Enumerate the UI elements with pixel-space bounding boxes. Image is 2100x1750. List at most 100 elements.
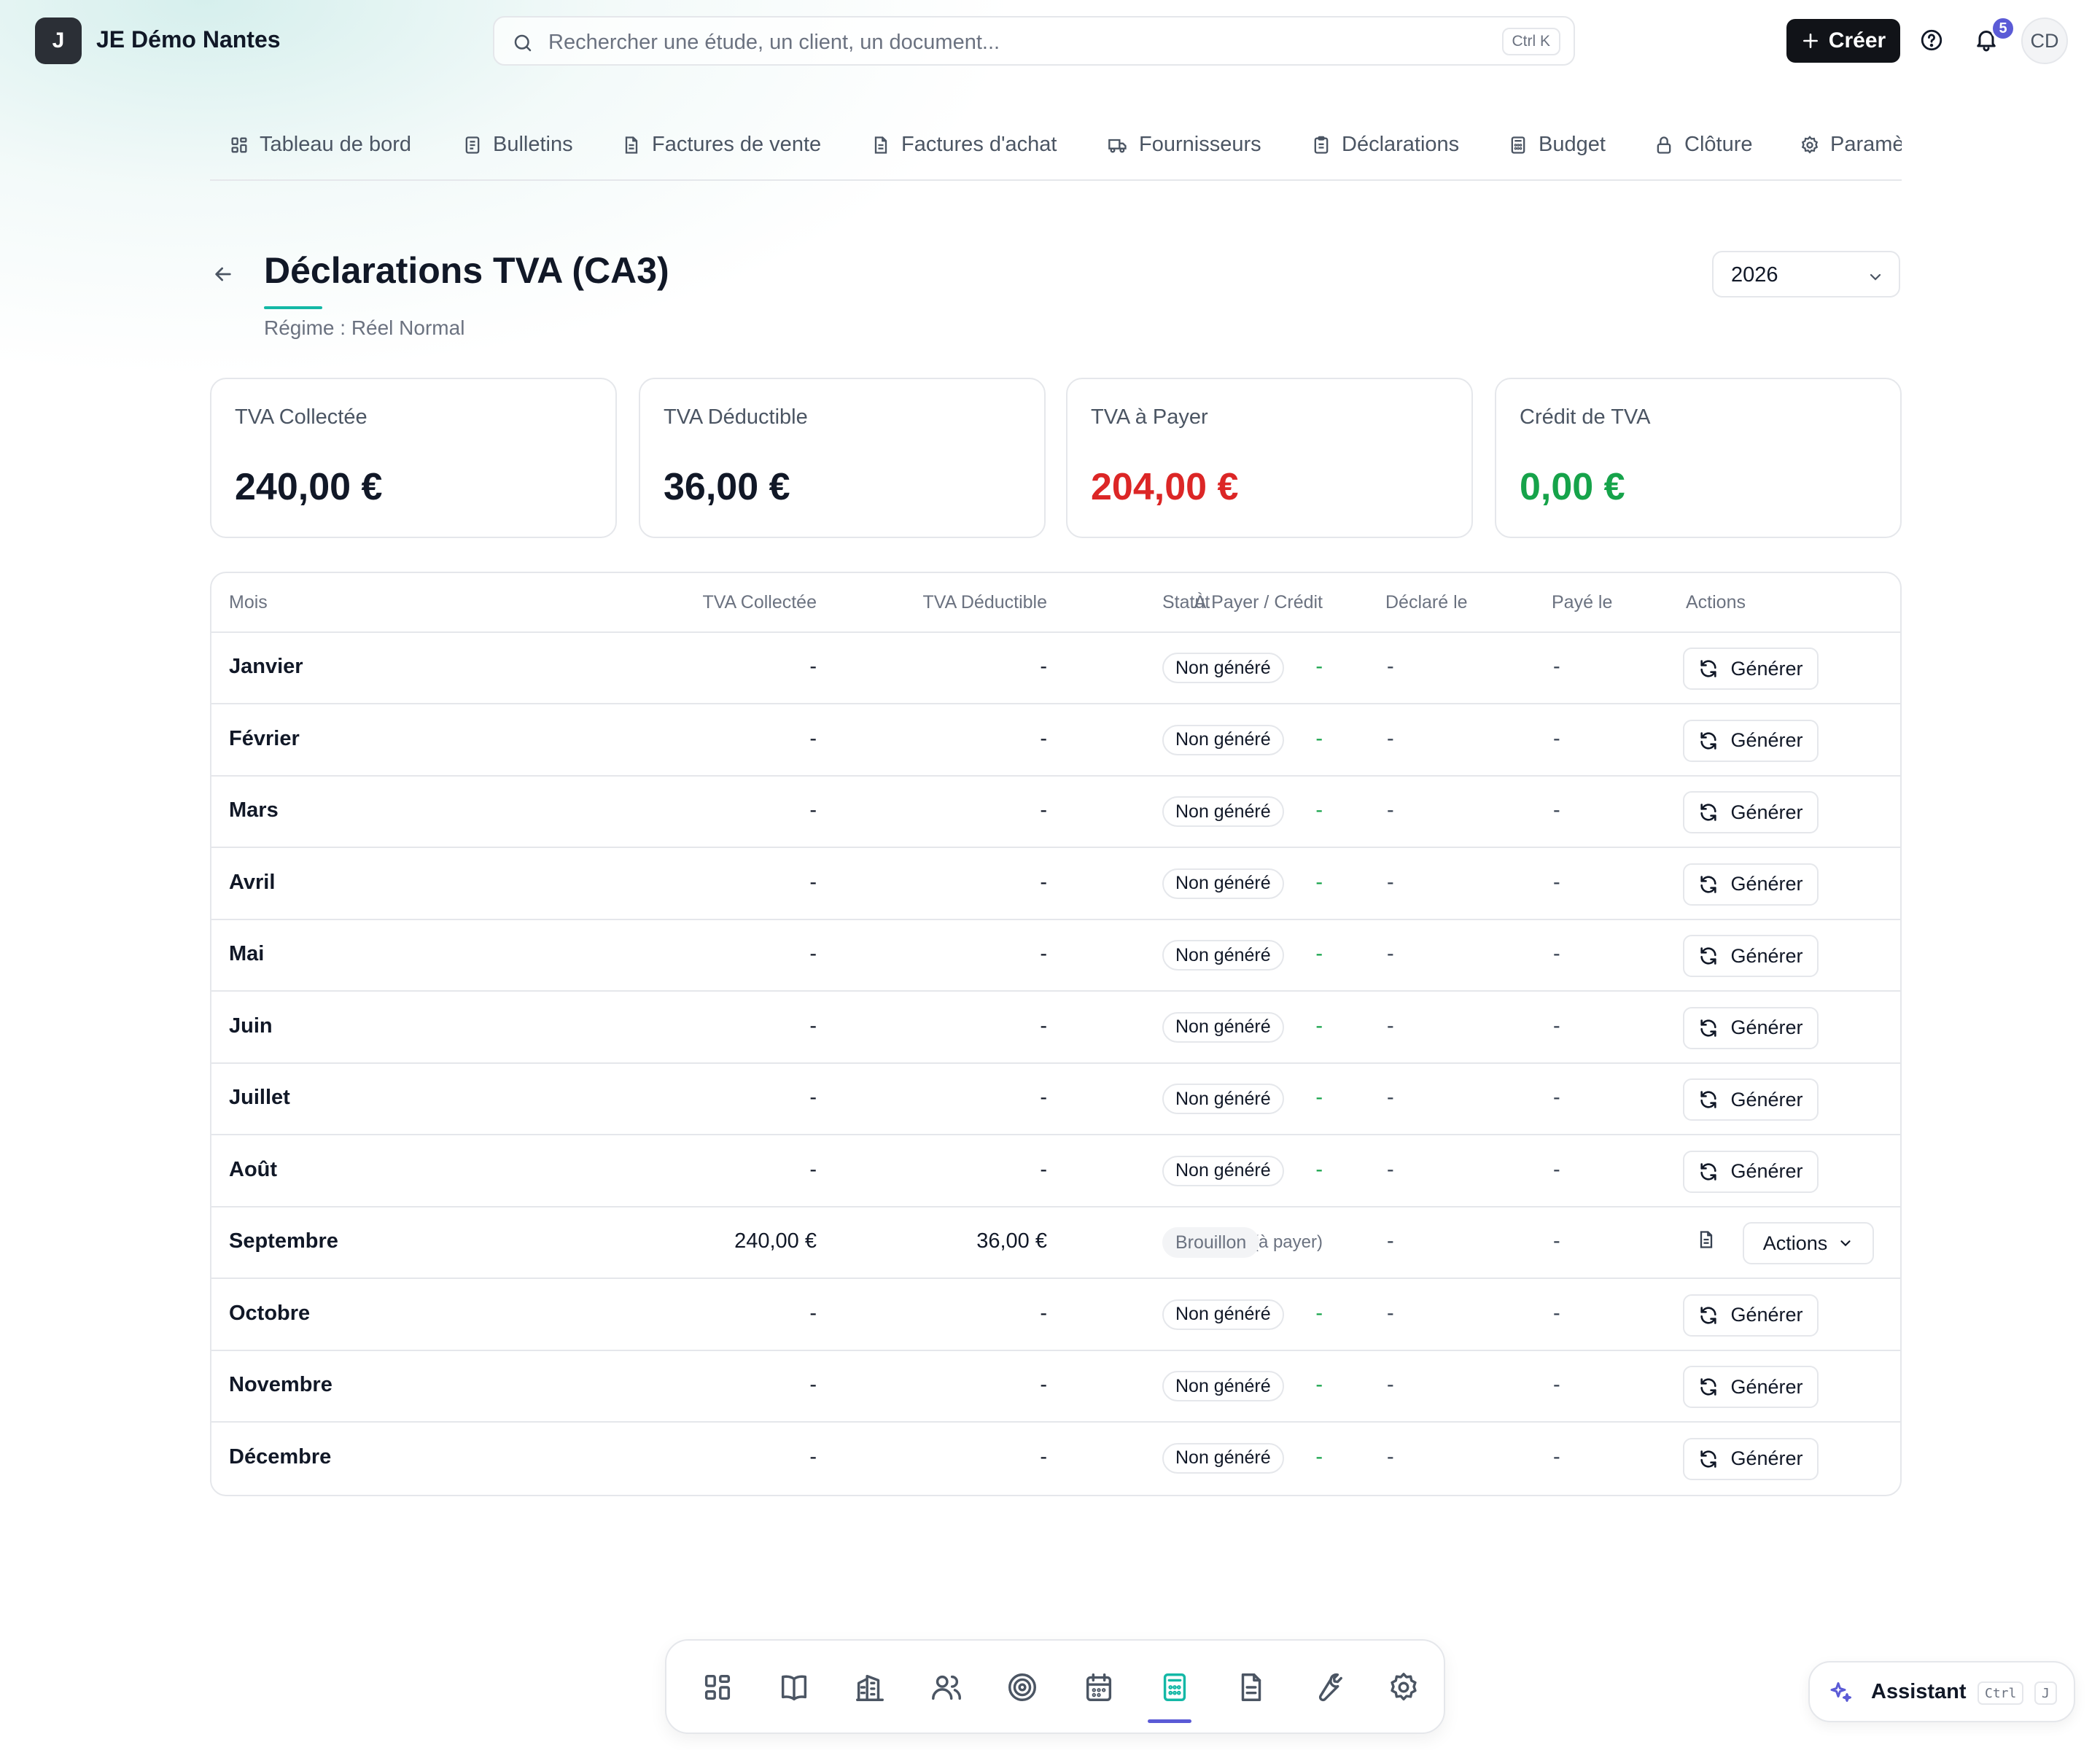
cell-a-payer: - [1315, 1086, 1323, 1109]
cell-a-payer: - [1315, 726, 1323, 750]
card-credit-de-tva: Crédit de TVA 0,00 € [1495, 378, 1902, 538]
cell-paye-le: - [1553, 870, 1560, 894]
search-shortcut: Ctrl K [1501, 28, 1560, 55]
cell-tva-deductible: - [1040, 942, 1047, 965]
dock-item-document-icon[interactable] [1232, 1668, 1270, 1706]
tab-cloture[interactable]: Clôture [1654, 133, 1753, 157]
tab-declarations[interactable]: Déclarations [1311, 133, 1459, 157]
generate-label: Générer [1730, 729, 1803, 751]
cell-paye-le: - [1553, 1301, 1560, 1325]
actions-dropdown-button[interactable]: Actions [1743, 1222, 1874, 1264]
dock-item-calculator-icon[interactable] [1156, 1668, 1194, 1706]
generate-label: Générer [1730, 1088, 1803, 1111]
cell-paye-le: - [1553, 726, 1560, 750]
generate-button[interactable]: Générer [1683, 863, 1819, 906]
app-name[interactable]: JE Démo Nantes [96, 26, 281, 53]
top-header: J JE Démo Nantes Rechercher une étude, u… [0, 0, 2100, 82]
card-label: Crédit de TVA [1520, 405, 1651, 429]
assistant-label: Assistant [1871, 1680, 1967, 1703]
dock-item-book-icon[interactable] [775, 1668, 813, 1706]
generate-button[interactable]: Générer [1683, 1437, 1819, 1480]
back-arrow-icon[interactable] [211, 262, 235, 286]
cell-declare-le: - [1387, 655, 1394, 678]
dock-item-users-icon[interactable] [928, 1668, 965, 1706]
truck-icon [1107, 135, 1129, 155]
generate-button[interactable]: Générer [1683, 1150, 1819, 1193]
generate-button[interactable]: Générer [1683, 1294, 1819, 1337]
refresh-icon [1698, 1305, 1719, 1326]
notification-badge: 5 [1991, 16, 2015, 41]
card-value: 204,00 € [1091, 466, 1239, 508]
tab-label: Bulletins [493, 133, 573, 156]
card-label: TVA à Payer [1091, 405, 1208, 429]
cell-declare-le: - [1387, 1229, 1394, 1253]
generate-button[interactable]: Générer [1683, 719, 1819, 762]
dock-item-grid-icon[interactable] [699, 1668, 736, 1706]
generate-button[interactable]: Générer [1683, 791, 1819, 833]
cell-declare-le: - [1387, 1086, 1394, 1109]
status-badge: Non généré [1162, 1084, 1284, 1114]
lock-icon [1654, 135, 1674, 155]
table-row: Décembre - - - Non généré - - Générer [211, 1423, 1900, 1495]
assistant-key-j: J [2034, 1681, 2057, 1705]
card-label: TVA Déductible [664, 405, 808, 429]
users-icon [931, 1675, 961, 1700]
target-icon [1008, 1673, 1036, 1701]
tab-label: Paramè [1830, 133, 1902, 156]
card-value: 0,00 € [1520, 466, 1625, 508]
tab-label: Factures de vente [652, 133, 822, 156]
dock-item-calendar-icon[interactable] [1080, 1668, 1118, 1706]
table-row: Janvier - - - Non généré - - Générer [211, 633, 1900, 704]
page-subtitle: Régime : Réel Normal [264, 316, 465, 339]
cell-a-payer: - [1315, 1014, 1323, 1038]
cell-mois: Janvier [229, 655, 303, 678]
cell-paye-le: - [1553, 655, 1560, 678]
cell-mois: Juillet [229, 1086, 290, 1109]
tab-parametres[interactable]: Paramè [1800, 133, 1902, 157]
cell-declare-le: - [1387, 1301, 1394, 1325]
tab-fournisseurs[interactable]: Fournisseurs [1107, 133, 1261, 157]
generate-button[interactable]: Générer [1683, 1078, 1819, 1121]
tab-label: Clôture [1684, 133, 1753, 156]
clipboard-icon [1311, 135, 1331, 155]
dock-item-building-icon[interactable] [851, 1668, 889, 1706]
refresh-icon [1698, 1089, 1719, 1110]
year-select[interactable]: 2026 [1712, 251, 1900, 298]
generate-label: Générer [1730, 944, 1803, 967]
help-icon[interactable] [1919, 28, 1944, 52]
tab-factures-de-vente[interactable]: Factures de vente [621, 133, 821, 157]
gear-icon [1390, 1673, 1417, 1701]
avatar[interactable]: CD [2021, 18, 2068, 64]
assistant-key-ctrl: Ctrl [1978, 1681, 2024, 1705]
generate-button[interactable]: Générer [1683, 648, 1819, 690]
generate-label: Générer [1730, 657, 1803, 680]
cell-tva-deductible: - [1040, 1086, 1047, 1109]
cell-declare-le: - [1387, 942, 1394, 965]
dock-item-gear-icon[interactable] [1385, 1668, 1423, 1706]
header-tva-collectee: TVA Collectée [702, 592, 817, 612]
generate-button[interactable]: Générer [1683, 935, 1819, 977]
refresh-icon [1698, 658, 1719, 679]
tab-bulletins[interactable]: Bulletins [462, 133, 573, 157]
generate-button[interactable]: Générer [1683, 1366, 1819, 1408]
status-badge: Non généré [1162, 1442, 1284, 1474]
tab-budget[interactable]: Budget [1508, 133, 1606, 157]
building-icon [856, 1674, 884, 1701]
dock-item-wrench-icon[interactable] [1308, 1668, 1346, 1706]
book-icon [781, 1675, 806, 1701]
header-declare-le: Déclaré le [1385, 592, 1468, 612]
dock-item-target-icon[interactable] [1003, 1668, 1041, 1706]
cell-a-payer: - [1315, 798, 1323, 822]
tab-tableau-de-bord[interactable]: Tableau de bord [229, 133, 411, 157]
cell-tva-collectee: - [809, 726, 817, 750]
generate-button[interactable]: Générer [1683, 1006, 1819, 1049]
assistant-button[interactable]: Assistant Ctrl J [1808, 1661, 2075, 1722]
app-logo[interactable]: J [35, 18, 82, 64]
document-icon[interactable] [1696, 1229, 1716, 1250]
search-input[interactable]: Rechercher une étude, un client, un docu… [493, 16, 1575, 66]
status-badge: Brouillon [1162, 1227, 1260, 1258]
create-button-label: Créer [1828, 28, 1886, 52]
cell-tva-collectee: - [809, 1444, 817, 1469]
tab-factures-d-achat[interactable]: Factures d'achat [871, 133, 1057, 157]
create-button[interactable]: Créer [1786, 19, 1900, 63]
